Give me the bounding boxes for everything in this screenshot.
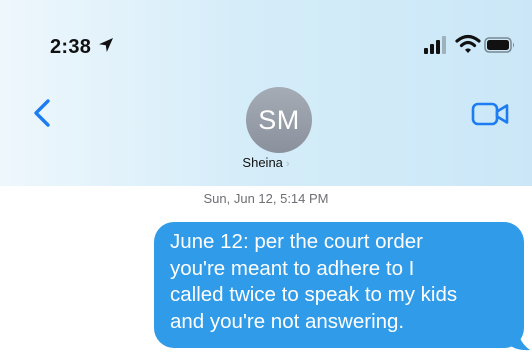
cellular-signal-icon [424,36,446,54]
chevron-left-icon [34,99,50,127]
outgoing-message-bubble[interactable]: June 12: per the court order you're mean… [154,222,524,348]
contact-name-button[interactable]: Sheina › [0,155,532,170]
status-time: 2:38 [50,36,92,58]
conversation-header: 2:38 SM Sheina › [0,0,532,186]
chevron-right-icon: › [285,158,290,170]
location-arrow-icon [99,38,113,52]
contact-name: Sheina [242,155,283,170]
back-button[interactable] [30,98,54,128]
status-bar: 2:38 [0,0,532,80]
facetime-video-button[interactable] [471,101,511,127]
avatar-initials: SM [258,104,300,135]
battery-icon [484,37,514,53]
bubble-tail [506,330,530,351]
message-text: June 12: per the court order you're mean… [170,230,458,333]
contact-avatar[interactable]: SM [246,87,312,153]
message-timestamp: Sun, Jun 12, 5:14 PM [203,191,329,206]
video-camera-icon [471,102,509,126]
wifi-icon [455,34,481,53]
